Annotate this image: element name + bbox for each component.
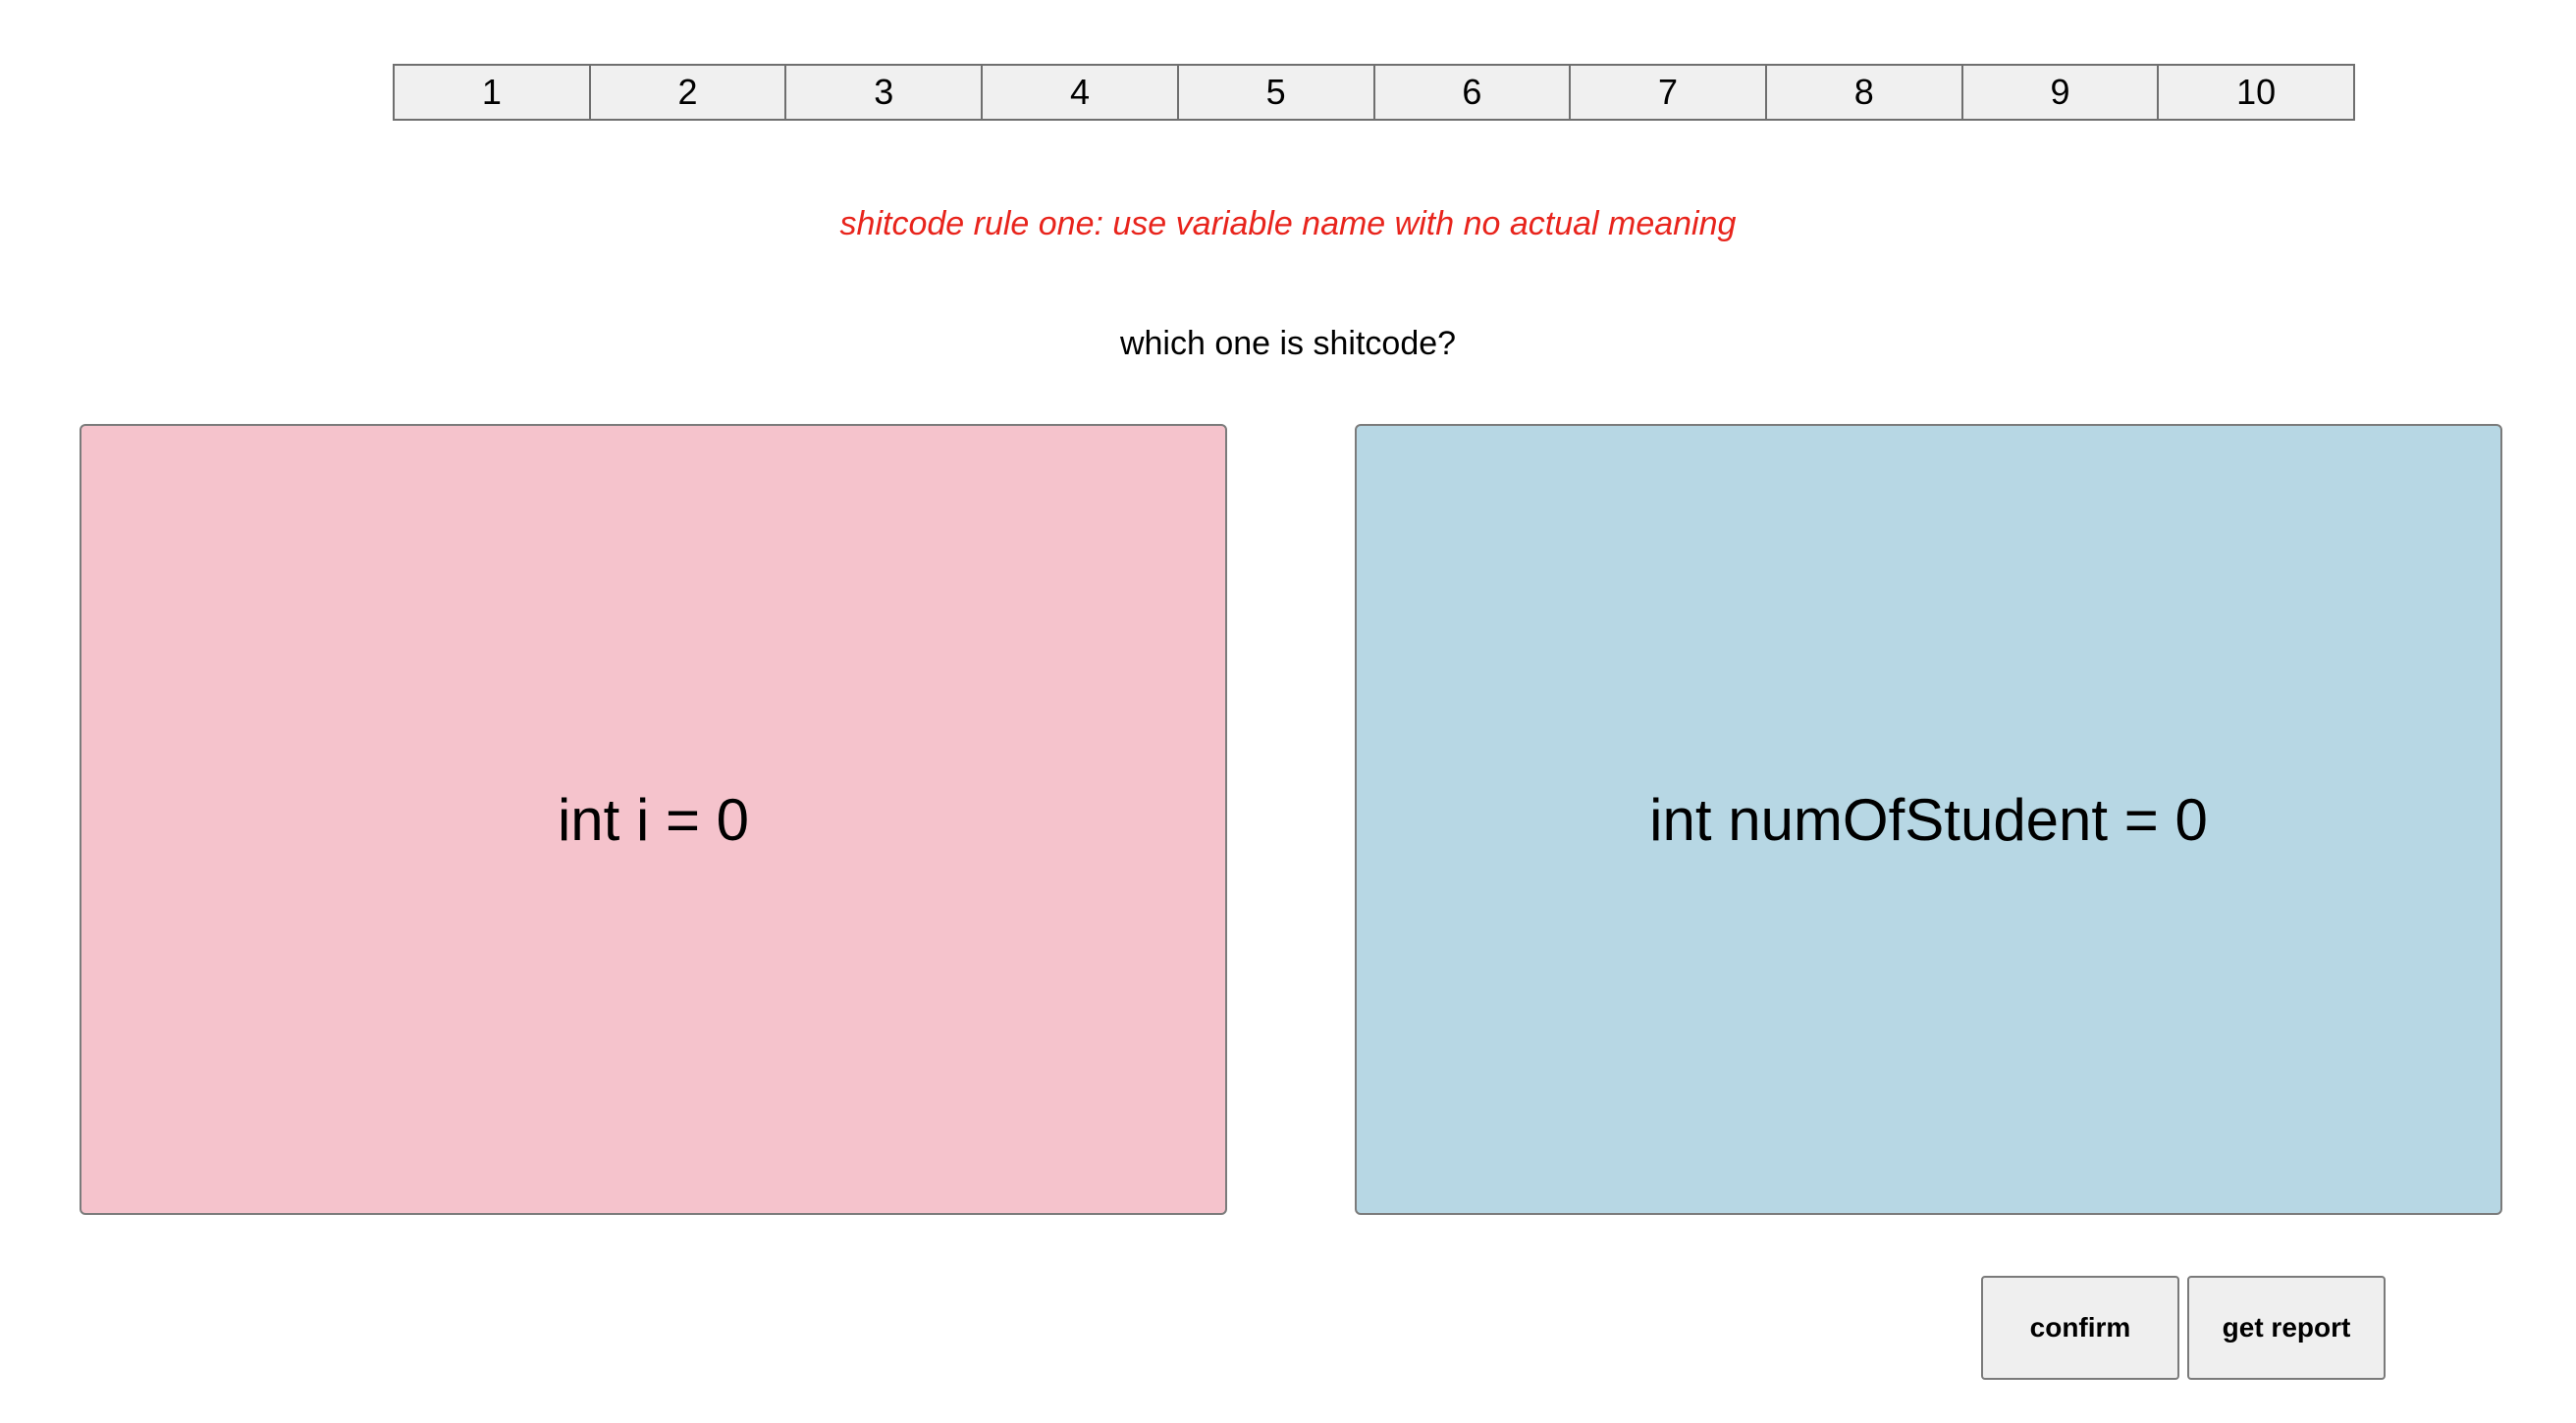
page-button-6[interactable]: 6 <box>1375 66 1572 119</box>
option-b-code: int numOfStudent = 0 <box>1649 786 2208 853</box>
question-prompt: which one is shitcode? <box>1119 325 1457 362</box>
page-button-4[interactable]: 4 <box>983 66 1179 119</box>
app-root: 1 2 3 4 5 6 7 8 9 10 shitcode rule one: … <box>0 0 2576 1423</box>
get-report-button[interactable]: get report <box>2187 1276 2386 1380</box>
page-button-2[interactable]: 2 <box>591 66 787 119</box>
page-button-1[interactable]: 1 <box>395 66 591 119</box>
option-a-code: int i = 0 <box>557 786 750 853</box>
page-button-9[interactable]: 9 <box>1963 66 2160 119</box>
option-card-b[interactable]: int numOfStudent = 0 <box>1355 424 2502 1215</box>
rule-description: shitcode rule one: use variable name wit… <box>839 205 1737 242</box>
page-button-10[interactable]: 10 <box>2159 66 2353 119</box>
page-button-8[interactable]: 8 <box>1767 66 1963 119</box>
option-card-a[interactable]: int i = 0 <box>80 424 1227 1215</box>
confirm-button[interactable]: confirm <box>1981 1276 2179 1380</box>
page-button-3[interactable]: 3 <box>786 66 984 119</box>
page-button-5[interactable]: 5 <box>1179 66 1375 119</box>
page-button-7[interactable]: 7 <box>1571 66 1767 119</box>
question-pagination: 1 2 3 4 5 6 7 8 9 10 <box>393 64 2355 121</box>
